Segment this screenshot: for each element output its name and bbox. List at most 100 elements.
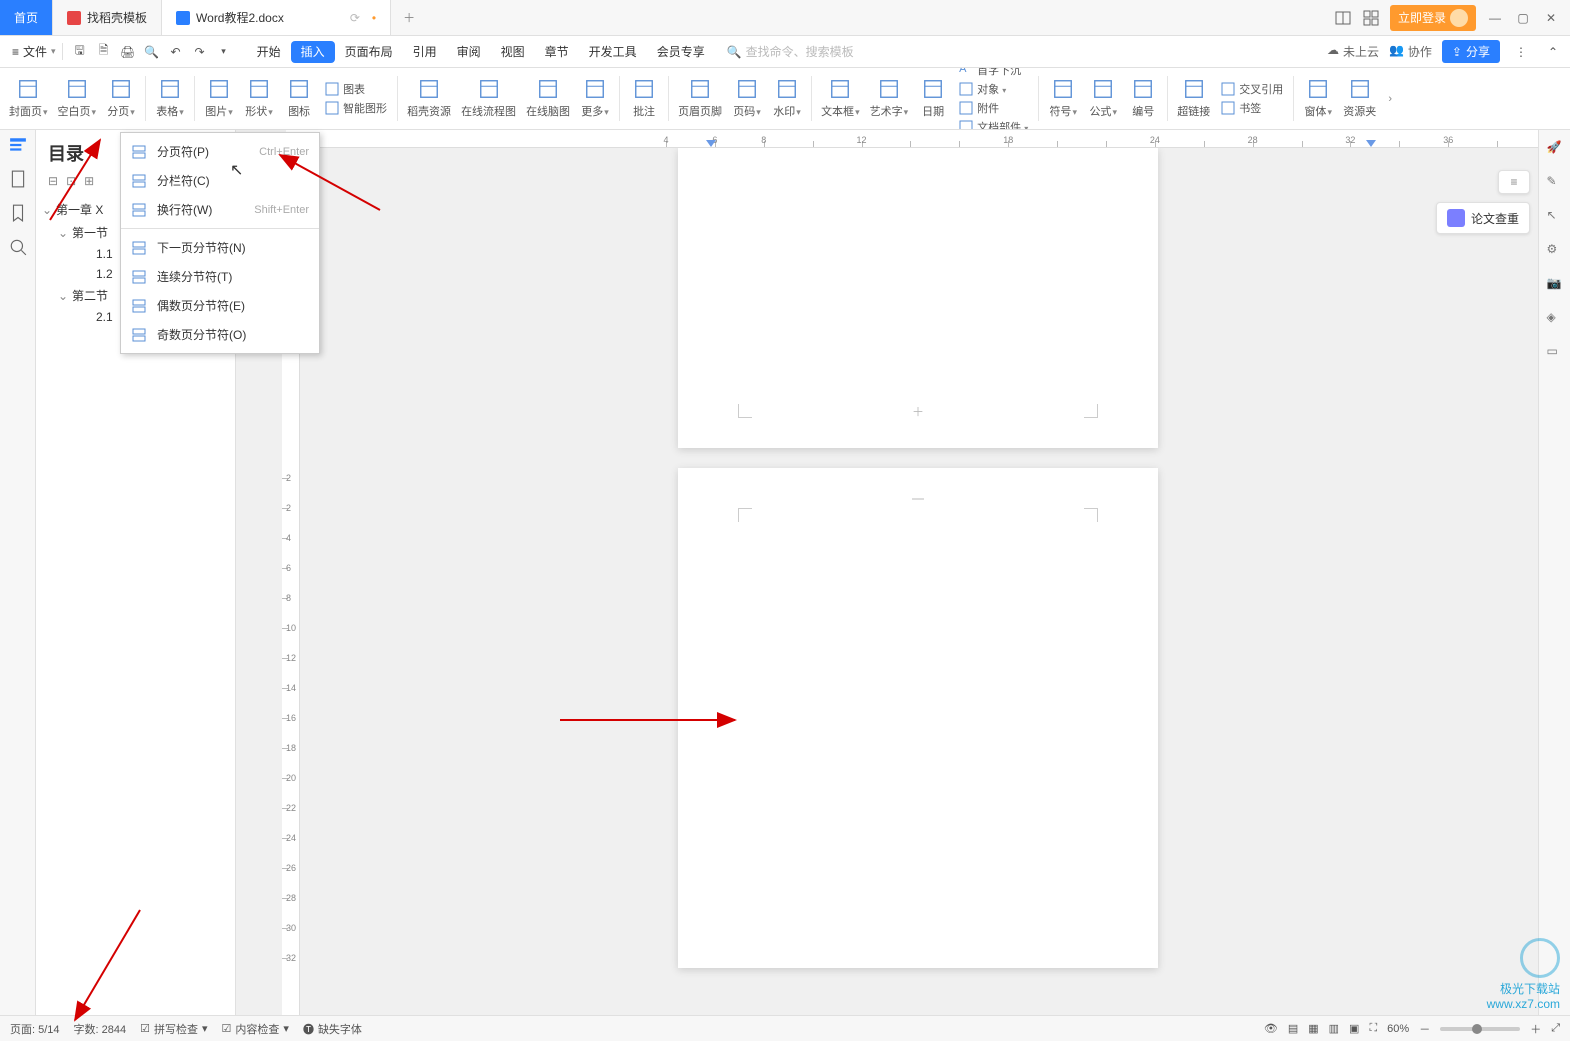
command-search[interactable]: 🔍 查找命令、搜索模板 xyxy=(727,43,854,60)
tab-template[interactable]: 找稻壳模板 xyxy=(53,0,162,35)
zoom-value[interactable]: 60% xyxy=(1387,1023,1409,1035)
save-icon[interactable]: 🖫 xyxy=(69,41,91,63)
ribbon-item[interactable]: 附件 xyxy=(959,100,1028,116)
menu-tab-5[interactable]: 视图 xyxy=(491,36,535,67)
maximize-button[interactable]: ▢ xyxy=(1514,9,1532,27)
bookmark-tab-icon[interactable] xyxy=(9,204,27,222)
share-button[interactable]: ⇪分享 xyxy=(1442,40,1500,63)
redo-icon[interactable]: ↷ xyxy=(189,41,211,63)
ribbon-表格[interactable]: 表格 xyxy=(150,68,190,129)
ribbon-页眉页脚[interactable]: 页眉页脚 xyxy=(673,68,727,129)
ribbon-图标[interactable]: 图标 xyxy=(279,68,319,129)
document-page[interactable] xyxy=(678,468,1158,968)
camera-icon[interactable]: 📷 xyxy=(1547,276,1563,292)
view-read-icon[interactable]: ▣ xyxy=(1349,1022,1359,1035)
ribbon-封面页[interactable]: 封面页 xyxy=(4,68,53,129)
ribbon-分页[interactable]: 分页 xyxy=(101,68,141,129)
ribbon-更多[interactable]: 更多 xyxy=(575,68,615,129)
print-preview-icon[interactable]: 🔍 xyxy=(141,41,163,63)
dropdown-item-page-break[interactable]: 分页符(P)Ctrl+Enter xyxy=(121,137,319,166)
horizontal-ruler[interactable]: 46812182428323640 xyxy=(286,130,1540,148)
page-indicator[interactable]: 页面: 5/14 xyxy=(10,1021,60,1037)
pointer-icon[interactable]: ↖ xyxy=(1547,208,1563,224)
view-web-icon[interactable]: ▦ xyxy=(1308,1022,1318,1035)
qat-dropdown-icon[interactable]: ▾ xyxy=(213,41,235,63)
dropdown-item-section-cont[interactable]: 连续分节符(T) xyxy=(121,262,319,291)
ribbon-艺术字[interactable]: 艺术字 xyxy=(865,68,914,129)
ribbon-item[interactable]: 文档部件 ▾ xyxy=(959,119,1028,130)
spell-check-toggle[interactable]: ☑ 拼写检查 ▾ xyxy=(140,1021,207,1037)
zoom-knob[interactable] xyxy=(1472,1024,1482,1034)
zoom-slider[interactable] xyxy=(1440,1027,1520,1031)
ribbon-图片[interactable]: 图片 xyxy=(199,68,239,129)
more-menu-icon[interactable]: ⋮ xyxy=(1510,41,1532,63)
menu-tab-6[interactable]: 章节 xyxy=(535,36,579,67)
ribbon-资源夹[interactable]: 资源夹 xyxy=(1338,68,1381,129)
eye-icon[interactable]: 👁 xyxy=(1264,1022,1278,1035)
word-count[interactable]: 字数: 2844 xyxy=(74,1021,127,1037)
ribbon-item[interactable]: 智能图形 xyxy=(325,100,387,116)
ribbon-item[interactable]: 交叉引用 xyxy=(1221,81,1283,97)
menu-tab-4[interactable]: 审阅 xyxy=(447,36,491,67)
ribbon-符号[interactable]: 符号 xyxy=(1043,68,1083,129)
login-button[interactable]: 立即登录 xyxy=(1390,5,1476,31)
collapse-ribbon-icon[interactable]: ⌃ xyxy=(1542,41,1564,63)
document-page[interactable]: ＋ xyxy=(678,148,1158,448)
menu-tab-0[interactable]: 开始 xyxy=(247,36,291,67)
location-icon[interactable]: ◈ xyxy=(1547,310,1563,326)
dropdown-item-section-even[interactable]: 偶数页分节符(E) xyxy=(121,291,319,320)
zoom-out-button[interactable]: － xyxy=(1419,1021,1430,1037)
file-menu[interactable]: ≡ 文件 ▾ xyxy=(6,43,63,60)
menu-tab-2[interactable]: 页面布局 xyxy=(335,36,403,67)
pencil-icon[interactable]: ✎ xyxy=(1547,174,1563,190)
collab-button[interactable]: 👥协作 xyxy=(1389,43,1432,60)
minimize-button[interactable]: ― xyxy=(1486,9,1504,27)
dropdown-item-line-break[interactable]: 换行符(W)Shift+Enter xyxy=(121,195,319,224)
content-check-toggle[interactable]: ☑ 内容检查 ▾ xyxy=(222,1021,289,1037)
new-tab-button[interactable]: ＋ xyxy=(391,9,427,26)
zoom-in-button[interactable]: ＋ xyxy=(1530,1021,1541,1037)
ribbon-item[interactable]: A首字下沉 xyxy=(959,68,1028,78)
ribbon-编号[interactable]: 编号 xyxy=(1123,68,1163,129)
ribbon-窗体[interactable]: 窗体 xyxy=(1298,68,1338,129)
clipboard-tab-icon[interactable] xyxy=(9,170,27,188)
ribbon-稻壳资源[interactable]: 稻壳资源 xyxy=(402,68,456,129)
undo-icon[interactable]: ↶ xyxy=(165,41,187,63)
layout-icon[interactable] xyxy=(1334,9,1352,27)
outline-tab-icon[interactable] xyxy=(9,136,27,154)
ribbon-日期[interactable]: 日期 xyxy=(913,68,953,129)
float-toggle-button[interactable]: ≡ xyxy=(1498,170,1530,194)
ribbon-文本框[interactable]: 文本框 xyxy=(816,68,865,129)
tab-home[interactable]: 首页 xyxy=(0,0,53,35)
dropdown-item-section-next[interactable]: 下一页分节符(N) xyxy=(121,233,319,262)
ribbon-item[interactable]: 书签 xyxy=(1221,100,1283,116)
ribbon-item[interactable]: 图表 xyxy=(325,81,387,97)
paper-check-button[interactable]: 论文查重 xyxy=(1436,202,1530,234)
cloud-status[interactable]: ☁未上云 xyxy=(1327,43,1379,60)
outline-expand-icon[interactable]: ⊡ xyxy=(66,174,76,188)
save-as-icon[interactable]: 🗎 xyxy=(93,41,115,63)
rocket-icon[interactable]: 🚀 xyxy=(1547,140,1563,156)
fullscreen-icon[interactable]: ⤢ xyxy=(1551,1022,1560,1035)
book-icon[interactable]: ▭ xyxy=(1547,344,1563,360)
print-icon[interactable]: 🖨 xyxy=(117,41,139,63)
tab-document[interactable]: Word教程2.docx ⟳ • xyxy=(162,0,391,35)
ribbon-在线流程图[interactable]: 在线流程图 xyxy=(456,68,521,129)
menu-tab-8[interactable]: 会员专享 xyxy=(647,36,715,67)
ribbon-在线脑图[interactable]: 在线脑图 xyxy=(521,68,575,129)
close-window-button[interactable]: ✕ xyxy=(1542,9,1560,27)
view-page-icon[interactable]: ▤ xyxy=(1288,1022,1298,1035)
view-outline-icon[interactable]: ▥ xyxy=(1329,1022,1339,1035)
missing-font[interactable]: 🅣 缺失字体 xyxy=(303,1021,362,1037)
menu-tab-1[interactable]: 插入 xyxy=(291,41,335,63)
dropdown-item-column-break[interactable]: 分栏符(C) xyxy=(121,166,319,195)
dropdown-item-section-odd[interactable]: 奇数页分节符(O) xyxy=(121,320,319,349)
ribbon-水印[interactable]: 水印 xyxy=(767,68,807,129)
ribbon-item[interactable]: 对象 ▾ xyxy=(959,81,1028,97)
ribbon-批注[interactable]: 批注 xyxy=(624,68,664,129)
fit-icon[interactable]: ⛶ xyxy=(1369,1022,1377,1035)
settings-icon[interactable]: ⚙ xyxy=(1547,242,1563,258)
menu-tab-7[interactable]: 开发工具 xyxy=(579,36,647,67)
ribbon-空白页[interactable]: 空白页 xyxy=(53,68,102,129)
menu-tab-3[interactable]: 引用 xyxy=(403,36,447,67)
